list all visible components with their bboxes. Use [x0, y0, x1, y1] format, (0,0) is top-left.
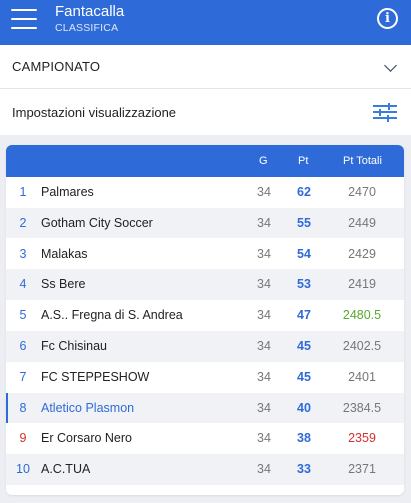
points-cell: 38 — [297, 431, 311, 446]
table-row[interactable]: 10 A.C.TUA 34 33 2371 — [6, 454, 404, 485]
table-row[interactable]: 6 Fc Chisinau 34 45 2402.5 — [6, 331, 404, 362]
team-name: Ss Bere — [41, 277, 86, 292]
points-cell: 47 — [297, 308, 311, 323]
total-points-cell: 2470 — [348, 185, 376, 199]
total-points-cell: 2402.5 — [342, 339, 382, 353]
position-cell: 1 — [19, 185, 27, 199]
app-bar: Fantacalla CLASSIFICA i — [0, 0, 411, 45]
table-row[interactable]: 7 FC STEPPESHOW 34 45 2401 — [6, 362, 404, 393]
chevron-down-icon — [384, 59, 397, 72]
total-points-cell: 2371 — [348, 462, 376, 477]
hamburger-menu-icon[interactable] — [11, 9, 37, 29]
games-cell: 34 — [257, 462, 271, 477]
team-name: A.S.. Fregna di S. Andrea — [41, 308, 183, 323]
points-cell: 33 — [297, 462, 311, 477]
table-row[interactable]: 5 A.S.. Fregna di S. Andrea 34 47 2480.5 — [6, 300, 404, 331]
team-name: Gotham City Soccer — [41, 215, 153, 230]
total-points-cell: 2480.5 — [342, 308, 382, 323]
games-cell: 34 — [257, 400, 271, 415]
total-points-cell: 2384.5 — [342, 400, 382, 415]
total-points-cell: 2401 — [348, 369, 376, 384]
app-title: Fantacalla — [55, 3, 125, 20]
header-pt: Pt — [298, 155, 309, 167]
team-name: A.C.TUA — [41, 462, 91, 477]
points-cell: 55 — [297, 215, 311, 230]
page-subtitle: CLASSIFICA — [55, 22, 119, 34]
total-points-cell: 2419 — [348, 277, 376, 292]
appbar-titles: Fantacalla CLASSIFICA — [55, 3, 124, 35]
table-row[interactable]: 2 Gotham City Soccer 34 55 2449 — [6, 207, 404, 239]
games-cell: 34 — [257, 215, 271, 230]
team-name: Palmares — [41, 185, 94, 199]
total-points-cell: 2449 — [348, 215, 376, 230]
total-points-cell: 2359 — [348, 431, 376, 446]
display-settings-row[interactable]: Impostazioni visualizzazione — [0, 89, 411, 135]
table-row[interactable]: 8 Atletico Plasmon 34 40 2384.5 — [6, 392, 404, 424]
position-cell: 5 — [19, 308, 27, 323]
position-cell: 9 — [19, 431, 27, 446]
points-cell: 45 — [297, 369, 311, 384]
championship-selector[interactable]: CAMPIONATO — [0, 45, 411, 89]
position-cell: 3 — [19, 246, 27, 261]
games-cell: 34 — [257, 431, 271, 446]
total-points-cell: 2429 — [348, 246, 376, 261]
games-cell: 34 — [257, 369, 271, 384]
standings-table: G Pt Pt Totali 1 Palmares 34 62 2470 2 Gotham … — [6, 145, 404, 495]
games-cell: 34 — [257, 339, 271, 353]
position-cell: 7 — [19, 369, 27, 384]
games-cell: 34 — [257, 185, 271, 199]
points-cell: 62 — [297, 185, 311, 199]
games-cell: 34 — [257, 246, 271, 261]
position-cell: 8 — [19, 400, 27, 415]
table-row[interactable]: 3 Malakas 34 54 2429 — [6, 239, 404, 270]
table-header: G Pt Pt Totali — [6, 145, 404, 177]
position-cell: 4 — [19, 277, 27, 292]
position-cell: 6 — [19, 339, 27, 353]
points-cell: 53 — [297, 277, 311, 292]
points-cell: 54 — [297, 246, 311, 261]
display-settings-label: Impostazioni visualizzazione — [12, 104, 177, 120]
team-name: FC STEPPESHOW — [41, 369, 150, 384]
games-cell: 34 — [257, 277, 271, 292]
header-g: G — [259, 155, 268, 167]
position-cell: 10 — [16, 462, 30, 477]
points-cell: 45 — [297, 339, 311, 353]
games-cell: 34 — [257, 308, 271, 323]
table-row[interactable]: 1 Palmares 34 62 2470 — [6, 177, 404, 208]
info-icon[interactable]: i — [377, 8, 398, 29]
team-name: Malakas — [41, 246, 88, 261]
team-name: Fc Chisinau — [41, 339, 107, 353]
header-total: Pt Totali — [343, 155, 382, 167]
team-name: Er Corsaro Nero — [41, 431, 132, 446]
points-cell: 40 — [297, 400, 311, 415]
table-row[interactable]: 9 Er Corsaro Nero 34 38 2359 — [6, 423, 404, 454]
table-row[interactable]: 4 Ss Bere 34 53 2419 — [6, 269, 404, 301]
sliders-icon[interactable] — [373, 103, 397, 122]
championship-label: CAMPIONATO — [12, 59, 101, 74]
team-name: Atletico Plasmon — [41, 400, 135, 415]
position-cell: 2 — [19, 215, 27, 230]
